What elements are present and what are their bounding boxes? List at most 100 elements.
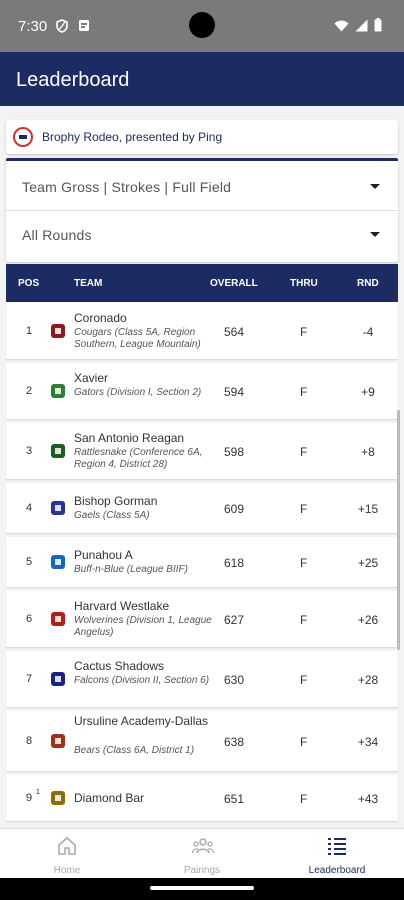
team-thru: F xyxy=(300,325,308,339)
row-position: 3 xyxy=(26,445,33,457)
team-details: Gaels (Class 5A) xyxy=(74,510,150,521)
team-details: Gators (Division I, Section 2) xyxy=(74,387,202,398)
team-thru: F xyxy=(300,792,308,806)
battery-icon xyxy=(374,18,382,37)
header-thru: THRU xyxy=(290,278,318,289)
row-position: 7 xyxy=(26,673,33,685)
team-overall-score: 598 xyxy=(224,445,245,459)
gesture-bar xyxy=(0,878,404,900)
team-thru: F xyxy=(300,445,308,459)
event-name: Brophy Rodeo, presented by Ping xyxy=(42,130,223,144)
row-position-tie-marker: 1 xyxy=(36,789,40,796)
table-row[interactable]: 4 Bishop Gorman Gaels (Class 5A) 609 F +15 xyxy=(6,483,398,533)
table-row[interactable]: 9 1 Diamond Bar 651 F +43 xyxy=(6,775,398,821)
notification-status-icon xyxy=(78,19,90,35)
team-round-score: +8 xyxy=(361,445,375,459)
team-details: Rattlesnake (Conference 6A, Region 4, Di… xyxy=(74,447,203,470)
row-position: 4 xyxy=(26,502,33,514)
team-details: Wolverines (Division 1, League Angelus) xyxy=(74,615,212,638)
home-gesture-pill[interactable] xyxy=(150,886,254,890)
row-position: 9 xyxy=(26,792,33,804)
table-row[interactable]: 2 Xavier Gators (Division I, Section 2) 594… xyxy=(6,363,398,419)
team-name: Coronado xyxy=(74,311,127,325)
team-name: Bishop Gorman xyxy=(74,494,158,508)
page-title: Leaderboard xyxy=(16,69,130,91)
nav-leaderboard[interactable]: Leaderboard xyxy=(270,829,404,879)
nav-pairings-label: Pairings xyxy=(183,865,221,876)
rounds-dropdown[interactable]: All Rounds xyxy=(6,211,398,259)
leaderboard-content[interactable]: Brophy Rodeo, presented by Ping Team Gro… xyxy=(0,106,404,828)
list-icon xyxy=(327,836,347,856)
team-overall-score: 594 xyxy=(224,385,245,399)
team-thru: F xyxy=(300,735,308,749)
team-name: Punahou A xyxy=(74,548,133,562)
row-position: 1 xyxy=(26,325,33,337)
dropdown-arrow-icon xyxy=(370,184,380,189)
team-round-score: +26 xyxy=(357,613,379,627)
table-row[interactable]: 3 San Antonio Reagan Rattlesnake (Conferen… xyxy=(6,423,398,479)
team-round-score: +28 xyxy=(357,673,379,687)
team-round-score: +34 xyxy=(357,735,379,749)
status-bar: 7:30 xyxy=(0,0,404,52)
team-overall-score: 630 xyxy=(224,673,245,687)
wifi-icon xyxy=(334,19,349,37)
team-name: San Antonio Reagan xyxy=(74,431,185,445)
team-logo-icon xyxy=(49,789,67,807)
table-header: POS TEAM OVERALL THRU RND xyxy=(6,264,398,302)
team-name: Cactus Shadows xyxy=(74,659,165,673)
scoring-dropdown[interactable]: Team Gross | Strokes | Full Field xyxy=(6,163,398,211)
header-overall: OVERALL xyxy=(210,278,258,289)
table-row[interactable]: 8 Ursuline Academy-Dallas Bears (Class 6A,… xyxy=(6,711,398,771)
team-name: Diamond Bar xyxy=(74,791,145,805)
table-row[interactable]: 6 Harvard Westlake Wolverines (Division 1,… xyxy=(6,591,398,647)
team-overall-score: 651 xyxy=(224,792,245,806)
team-overall-score: 618 xyxy=(224,556,245,570)
table-row[interactable]: 7 Cactus Shadows Falcons (Division II, Sec… xyxy=(6,651,398,707)
team-name: Xavier xyxy=(74,371,109,385)
shield-status-icon xyxy=(56,19,68,36)
team-logo-icon xyxy=(49,442,67,460)
team-round-score: +25 xyxy=(357,556,379,570)
team-details: Cougars (Class 5A, Region Southern, Leag… xyxy=(74,327,201,350)
app-bar: Leaderboard xyxy=(0,52,404,106)
header-rnd: RND xyxy=(357,278,379,289)
team-logo-icon xyxy=(49,732,67,750)
row-position: 6 xyxy=(26,613,33,625)
team-thru: F xyxy=(300,556,308,570)
nav-leaderboard-label: Leaderboard xyxy=(308,865,366,876)
nav-home-label: Home xyxy=(53,865,81,876)
team-details: Buff-n-Blue (League BIIF) xyxy=(74,564,188,575)
team-name: Harvard Westlake xyxy=(74,599,170,613)
row-position: 8 xyxy=(26,735,33,747)
table-row[interactable]: 1 Coronado Cougars (Class 5A, Region South… xyxy=(6,302,398,359)
status-time: 7:30 xyxy=(18,18,48,35)
signal-icon xyxy=(355,19,368,37)
team-overall-score: 609 xyxy=(224,502,245,516)
rounds-dropdown-value: All Rounds xyxy=(22,227,92,243)
team-logo-icon xyxy=(49,670,67,688)
nav-home[interactable]: Home xyxy=(0,829,134,879)
row-position: 2 xyxy=(26,385,33,397)
event-selector[interactable]: Brophy Rodeo, presented by Ping xyxy=(6,120,398,154)
team-details: Bears (Class 6A, District 1) xyxy=(74,745,195,756)
home-icon xyxy=(57,836,77,856)
scoring-dropdown-value: Team Gross | Strokes | Full Field xyxy=(22,178,232,195)
table-row[interactable]: 5 Punahou A Buff-n-Blue (League BIIF) 618 F +… xyxy=(6,537,398,587)
header-team: TEAM xyxy=(74,278,103,289)
team-details: Falcons (Division II, Section 6) xyxy=(74,675,210,686)
team-logo-icon xyxy=(49,322,67,340)
team-overall-score: 627 xyxy=(224,613,245,627)
team-logo-icon xyxy=(49,499,67,517)
team-name: Ursuline Academy-Dallas xyxy=(74,714,209,728)
filters-card: Team Gross | Strokes | Full Field All Ro… xyxy=(6,158,398,262)
team-round-score: +9 xyxy=(361,385,375,399)
team-logo-icon xyxy=(49,382,67,400)
row-position: 5 xyxy=(26,556,33,568)
scrollbar[interactable] xyxy=(397,410,400,650)
dropdown-arrow-icon xyxy=(370,232,380,237)
bottom-navigation: Home Pairings Leaderboard xyxy=(0,828,404,878)
team-thru: F xyxy=(300,502,308,516)
event-logo-icon xyxy=(13,127,33,147)
table-body: 1 Coronado Cougars (Class 5A, Region South… xyxy=(6,302,398,821)
nav-pairings[interactable]: Pairings xyxy=(135,829,269,879)
